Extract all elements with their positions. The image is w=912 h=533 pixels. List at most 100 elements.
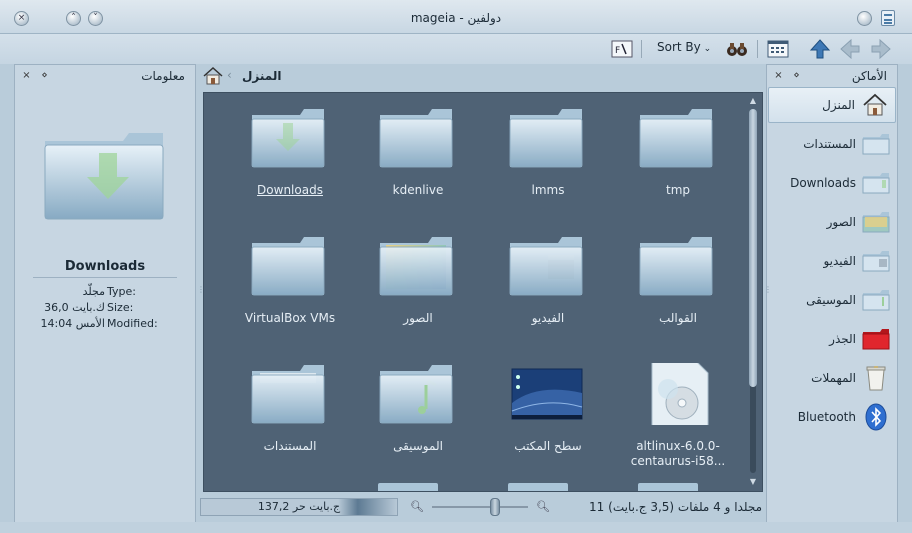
place-item-label: المنزل [822, 98, 855, 112]
rename-icon[interactable]: F [610, 38, 634, 60]
place-item-label: الجذر [829, 332, 856, 346]
place-item[interactable]: المستندات [768, 126, 896, 162]
scroll-up-icon[interactable]: ▲ [748, 96, 758, 106]
close-panel-icon[interactable]: × [21, 70, 32, 81]
place-item[interactable]: المهملات [768, 360, 896, 396]
place-item[interactable]: Downloads [768, 165, 896, 201]
sort-by-button[interactable]: Sort By ⌄ [657, 40, 711, 54]
info-key: Type: [107, 285, 136, 298]
folder-music-icon [862, 288, 890, 312]
zoom-out-icon[interactable]: 🔍︎ [410, 500, 424, 513]
back-arrow-icon[interactable] [838, 38, 862, 60]
place-item-label: المهملات [811, 371, 856, 385]
folder-documents-icon [250, 363, 326, 425]
zoom-slider-track[interactable] [432, 506, 528, 508]
place-item[interactable]: الموسيقى [768, 282, 896, 318]
place-item[interactable]: المنزل [768, 87, 896, 123]
forward-arrow-icon[interactable] [868, 38, 894, 60]
folder-folder-icon [378, 107, 454, 169]
file-view[interactable]: ▲ ▼ Downloads kdenlive lmms tmp VirtualBox V… [203, 92, 763, 492]
file-item[interactable]: المستندات [226, 355, 346, 475]
breadcrumb-separator-icon: ‹ [227, 68, 232, 82]
folder-icon[interactable] [638, 483, 698, 491]
chevron-down-icon: ⌄ [700, 44, 712, 54]
toolbar-separator [757, 40, 758, 58]
breadcrumb-home[interactable]: المنزل [242, 69, 281, 83]
title-bar: × ˄ ˅ mageia - دولفين [0, 0, 912, 34]
file-item[interactable]: الصور [354, 227, 474, 347]
place-item-label: الصور [826, 215, 856, 229]
keep-above-button[interactable] [857, 11, 872, 26]
file-item-label: المستندات [263, 439, 317, 453]
information-panel: × ⋄ معلومات Downloads Type: مجلّد Size: … [14, 64, 196, 524]
file-item[interactable]: سطح المكتب [484, 355, 604, 475]
file-item[interactable]: Downloads [226, 99, 346, 219]
folder-folder-icon [638, 107, 714, 169]
bluetooth-icon [862, 403, 890, 431]
file-item[interactable]: altlinux-6.0.0-centaurus-i58... [614, 355, 734, 475]
file-item-label: tmp [665, 183, 690, 197]
status-bar: 137,2 ج.بايت حر 🔍︎ 🔍︎ 11 مجلدا و 4 ملفات… [200, 494, 762, 520]
file-item-label: kdenlive [392, 183, 444, 197]
folder-documents-icon [862, 132, 890, 156]
file-item[interactable]: tmp [614, 99, 734, 219]
place-item[interactable]: الفيديو [768, 243, 896, 279]
window-title: mageia - دولفين [410, 11, 502, 25]
home-icon[interactable] [202, 66, 224, 89]
folder-pictures-icon [378, 235, 454, 297]
file-item[interactable]: القوالب [614, 227, 734, 347]
file-item-label: altlinux-6.0.0-centaurus-i58... [630, 439, 726, 468]
svg-text:F: F [615, 46, 620, 56]
folder-video-icon [862, 249, 890, 273]
file-item-label: الموسيقى [393, 439, 443, 453]
file-item[interactable]: الموسيقى [354, 355, 474, 475]
file-item[interactable]: الفيديو [484, 227, 604, 347]
close-panel-icon[interactable]: × [773, 70, 784, 81]
info-key: Size: [107, 301, 134, 314]
home-icon [861, 93, 889, 117]
toolbar: F Sort By ⌄ [0, 34, 912, 64]
folder-pictures-icon [862, 210, 890, 234]
window-bottom-border [0, 522, 912, 533]
divider [33, 277, 177, 278]
place-item-label: Downloads [790, 176, 856, 190]
up-arrow-icon[interactable] [808, 38, 832, 60]
panel-resize-handle[interactable]: ⋮ [764, 285, 772, 295]
folder-folder-icon [250, 235, 326, 297]
folder-icon[interactable] [508, 483, 568, 491]
file-item[interactable]: VirtualBox VMs [226, 227, 346, 347]
disc-image-icon [638, 360, 714, 434]
file-item-label: الفيديو [531, 311, 565, 325]
file-item[interactable]: kdenlive [354, 99, 474, 219]
sort-by-label: Sort By [657, 40, 701, 54]
float-panel-icon[interactable]: ⋄ [39, 70, 50, 81]
file-item-label: Downloads [257, 183, 323, 197]
scroll-down-icon[interactable]: ▼ [748, 477, 758, 487]
info-value: 36,0 ك.بايت [44, 301, 105, 314]
zoom-in-icon[interactable]: 🔍︎ [536, 500, 550, 513]
folder-folder-icon [508, 107, 584, 169]
app-menu-icon[interactable] [881, 10, 895, 26]
folder-folder-icon [638, 235, 714, 297]
place-item-label: Bluetooth [797, 410, 856, 424]
folder-icon[interactable] [378, 483, 438, 491]
panel-resize-handle[interactable]: ⋮ [197, 285, 205, 295]
toolbar-separator [641, 40, 642, 58]
place-item[interactable]: الجذر [768, 321, 896, 357]
desktop-wallpaper-icon [508, 363, 584, 425]
view-mode-icon[interactable] [766, 38, 792, 60]
float-panel-icon[interactable]: ⋄ [791, 70, 802, 81]
place-item[interactable]: Bluetooth [768, 399, 896, 435]
information-panel-header: × ⋄ معلومات [19, 67, 191, 85]
place-item-label: المستندات [803, 137, 856, 151]
place-item[interactable]: الصور [768, 204, 896, 240]
find-binoculars-icon[interactable] [724, 38, 750, 60]
selected-item-name: Downloads [64, 259, 146, 274]
zoom-slider-handle[interactable] [490, 498, 500, 516]
info-key: Modified: [107, 317, 158, 330]
folder-root-icon [862, 327, 890, 351]
file-item[interactable]: lmms [484, 99, 604, 219]
vertical-scrollbar[interactable]: ▲ ▼ [746, 95, 760, 489]
scroll-thumb[interactable] [749, 109, 757, 387]
folder-video-icon [508, 235, 584, 297]
